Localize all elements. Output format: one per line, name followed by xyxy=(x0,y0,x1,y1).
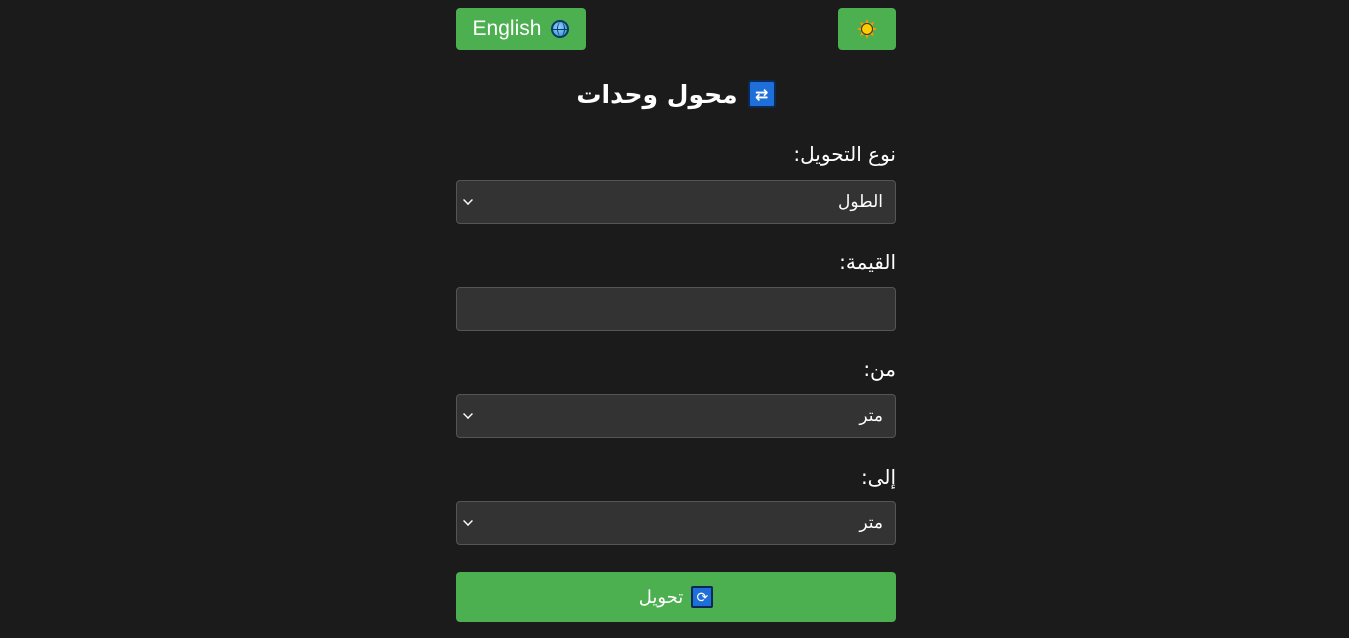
theme-toggle-button[interactable] xyxy=(838,8,896,50)
top-bar: English xyxy=(456,8,896,50)
to-unit-value: متر xyxy=(859,513,883,532)
chevron-down-icon xyxy=(463,516,473,526)
converter-container: English ⇄ محول وحدات نوع التحويل: الطول … xyxy=(456,0,896,638)
to-unit-select[interactable]: متر xyxy=(456,501,896,545)
chevron-down-icon xyxy=(463,195,473,205)
repeat-icon: ⇄ xyxy=(747,80,776,108)
globe-icon xyxy=(551,20,570,38)
value-input[interactable] xyxy=(456,287,896,331)
page-title-text: محول وحدات xyxy=(576,79,738,109)
language-button-label: English xyxy=(472,17,542,40)
refresh-icon: ⟳ xyxy=(691,586,714,608)
to-label: إلى: xyxy=(860,465,896,489)
convert-button-label: تحويل xyxy=(638,586,684,607)
conversion-type-select[interactable]: الطول xyxy=(456,180,896,224)
language-button[interactable]: English xyxy=(456,8,586,50)
from-unit-value: متر xyxy=(859,406,883,425)
conversion-type-value: الطول xyxy=(838,192,883,211)
page-title: ⇄ محول وحدات xyxy=(456,76,896,112)
from-unit-select[interactable]: متر xyxy=(456,394,896,438)
conversion-type-label: نوع التحويل: xyxy=(793,142,896,166)
value-label: القيمة: xyxy=(839,250,896,274)
sun-icon xyxy=(857,19,877,39)
from-label: من: xyxy=(863,357,896,381)
convert-button[interactable]: ⟳ تحويل xyxy=(456,572,896,622)
chevron-down-icon xyxy=(463,409,473,419)
